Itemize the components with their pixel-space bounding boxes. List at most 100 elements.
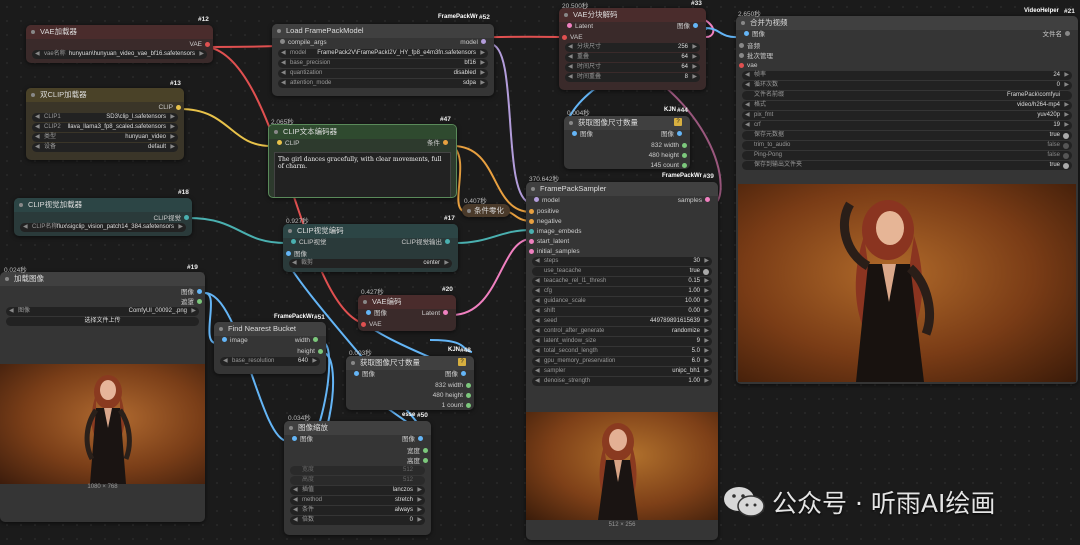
filename-prefix-widget[interactable]: 文件名前缀 FramePack\comfyui — [742, 91, 1072, 100]
device-widget[interactable]: ◀ 设备 default ▶ — [32, 143, 178, 152]
count-output[interactable]: 145 count — [564, 160, 690, 169]
conditioning-zero-node[interactable]: 条件零化 — [462, 204, 510, 217]
help-icon[interactable]: ? — [674, 118, 682, 126]
method-widget[interactable]: ◀ method stretch ▶ — [290, 496, 425, 505]
clip1-widget[interactable]: ◀ CLIP1 SD3\clip_l.safetensors ▶ — [32, 113, 178, 122]
control-after-generate-widget[interactable]: ◀ control_after_generate randomize ▶ — [532, 327, 712, 336]
image-output[interactable]: 图像 — [677, 22, 701, 32]
image-input[interactable]: 图像 — [283, 248, 458, 258]
save-output-toggle[interactable]: 保存到输出文件夹 true — [742, 161, 1072, 170]
temporal-overlap-widget[interactable]: ◀ 时间重叠 8 ▶ — [565, 73, 700, 82]
image-select-widget[interactable]: ◀ 图像 ComfyUI_00092_.png ▶ — [6, 307, 199, 316]
load-framepack-model-node[interactable]: Load FramePackModel compile_args model ◀… — [272, 24, 494, 96]
get-image-size-node-1[interactable]: 获取图像尺寸数量 ? 图像 图像 832 width 480 height 14… — [564, 116, 690, 169]
interpolation-widget[interactable]: ◀ 插值 lanczos ▶ — [290, 486, 425, 495]
loop-count-widget[interactable]: ◀ 循环次数 0 ▶ — [742, 81, 1072, 90]
framepack-sampler-node[interactable]: FramePackSampler model samples positive … — [526, 182, 718, 540]
compile-args-input[interactable]: compile_args — [277, 38, 327, 48]
temporal-size-widget[interactable]: ◀ 时间尺寸 64 ▶ — [565, 63, 700, 72]
audio-input[interactable]: 音频 — [736, 40, 1078, 50]
model-widget[interactable]: ◀ model FramePack2V\FramePackI2V_HY_fp8_e4… — [278, 49, 488, 58]
condition-widget[interactable]: ◀ 条件 always ▶ — [290, 506, 425, 515]
pix-fmt-widget[interactable]: ◀ pix_fmt yuv420p ▶ — [742, 111, 1072, 120]
clip-output-slot[interactable]: CLIP — [26, 102, 184, 112]
ping-pong-toggle[interactable]: Ping-Pong false — [742, 151, 1072, 160]
video-combine-node[interactable]: 合并为视频 图像 文件名 音频 批次管理 vae ◀ 帧率 24 ▶ ◀ 循环次数 0 ▶ … — [736, 16, 1078, 384]
positive-input[interactable]: positive — [526, 206, 718, 216]
batch-manager-input[interactable]: 批次管理 — [736, 50, 1078, 60]
clip-vision-output-slot[interactable]: CLIP视觉输出 — [402, 238, 453, 248]
conditioning-output[interactable]: 条件 — [427, 139, 451, 149]
width-output[interactable]: 832 width — [564, 140, 690, 150]
guidance-scale-widget[interactable]: ◀ guidance_scale 10.00 ▶ — [532, 297, 712, 306]
start-latent-input[interactable]: start_latent — [526, 236, 718, 246]
samples-output[interactable]: samples — [678, 196, 713, 206]
type-widget[interactable]: ◀ 类型 hunyuan_video ▶ — [32, 133, 178, 142]
help-icon[interactable]: ? — [458, 358, 466, 366]
model-input[interactable]: model — [531, 196, 560, 206]
width-widget[interactable]: 宽度 512 — [290, 466, 425, 475]
count-output[interactable]: 1 count — [346, 400, 474, 410]
load-image-node[interactable]: 加载图像 图像 遮罩 ◀ 图像 ComfyUI_00092_.png ▶ 选择文件上传… — [0, 272, 205, 522]
clip-input[interactable]: CLIP — [274, 139, 299, 149]
image-embeds-input[interactable]: image_embeds — [526, 226, 718, 236]
image-scale-node[interactable]: 图像缩放 图像 图像 宽度 高度 宽度 512 高度 512 ◀ 插值 lanczos ▶… — [284, 421, 431, 535]
height-output[interactable]: 480 height — [346, 390, 474, 400]
latent-output[interactable]: Latent — [422, 309, 451, 319]
video-preview[interactable] — [738, 184, 1076, 382]
latent-window-size-widget[interactable]: ◀ latent_window_size 9 ▶ — [532, 337, 712, 346]
image-input[interactable]: 图像 — [363, 309, 387, 319]
images-input[interactable]: 图像 — [741, 30, 765, 40]
vae-name-widget[interactable]: ◀ vae名称 hunyuan\hunyuan_video_vae_bf16.saf… — [32, 50, 207, 59]
width-output[interactable]: width — [295, 336, 321, 346]
clip-vision-loader-node[interactable]: CLIP视觉加载器 CLIP视觉 ◀ CLIP名称 flux\sigclip_vis… — [14, 198, 192, 236]
latent-input[interactable]: Latent — [564, 22, 593, 32]
save-metadata-toggle[interactable]: 保存元数据 true — [742, 131, 1072, 140]
clip-text-encode-node[interactable]: CLIP文本编码器 CLIP 条件 The girl dances gracef… — [268, 124, 457, 198]
format-widget[interactable]: ◀ 格式 video/h264-mp4 ▶ — [742, 101, 1072, 110]
crf-widget[interactable]: ◀ crf 19 ▶ — [742, 121, 1072, 130]
image-input[interactable]: 图像 — [569, 130, 593, 140]
overlap-widget[interactable]: ◀ 重叠 64 ▶ — [565, 53, 700, 62]
width-output[interactable]: 宽度 — [284, 445, 431, 455]
cfg-widget[interactable]: ◀ cfg 1.00 ▶ — [532, 287, 712, 296]
seed-widget[interactable]: ◀ seed 449789891615639 ▶ — [532, 317, 712, 326]
height-output[interactable]: height — [214, 346, 326, 356]
image-output[interactable]: 图像 — [661, 130, 685, 140]
multiple-widget[interactable]: ◀ 倍数 0 ▶ — [290, 516, 425, 525]
negative-input[interactable]: negative — [526, 216, 718, 226]
filenames-output[interactable]: 文件名 — [1043, 30, 1074, 40]
upload-button[interactable]: 选择文件上传 — [6, 317, 199, 326]
vae-loader-node[interactable]: VAE加载器 VAE ◀ vae名称 hunyuan\hunyuan_video_v… — [26, 25, 213, 63]
total-second-length-widget[interactable]: ◀ total_second_length 5.0 ▶ — [532, 347, 712, 356]
clip-vision-output[interactable]: CLIP视觉 — [14, 212, 192, 222]
vae-encode-node[interactable]: VAE编码 图像 Latent VAE — [358, 295, 456, 331]
image-output[interactable]: 图像 — [402, 435, 426, 445]
find-nearest-bucket-node[interactable]: Find Nearest Bucket image width height ◀… — [214, 322, 326, 374]
vae-input[interactable]: vae — [736, 60, 1078, 70]
vae-input[interactable]: VAE — [559, 32, 706, 42]
image-output[interactable]: 图像 — [0, 286, 205, 296]
model-output[interactable]: model — [460, 38, 489, 48]
base-precision-widget[interactable]: ◀ base_precision bf16 ▶ — [278, 59, 488, 68]
base-resolution-widget[interactable]: ◀ base_resolution 640 ▶ — [220, 357, 320, 366]
clip-vision-input[interactable]: CLIP视觉 — [288, 238, 326, 248]
width-output[interactable]: 832 width — [346, 380, 474, 390]
prompt-textarea[interactable]: The girl dances gracefully, with clear m… — [274, 152, 451, 197]
height-output[interactable]: 高度 — [284, 455, 431, 465]
denoise-strength-widget[interactable]: ◀ denoise_strength 1.00 ▶ — [532, 377, 712, 386]
vae-tiled-decode-node[interactable]: VAE分块解码 Latent 图像 VAE ◀ 分块尺寸 256 ▶ ◀ 重叠 64 ▶ ◀… — [559, 8, 706, 90]
use-teacache-toggle[interactable]: use_teacache true — [532, 267, 712, 276]
image-output[interactable]: 图像 — [445, 370, 469, 380]
image-input[interactable]: 图像 — [351, 370, 375, 380]
mask-output[interactable]: 遮罩 — [0, 296, 205, 306]
vae-output-slot[interactable]: VAE — [26, 39, 213, 49]
frame-rate-widget[interactable]: ◀ 帧率 24 ▶ — [742, 71, 1072, 80]
shift-widget[interactable]: ◀ shift 0.00 ▶ — [532, 307, 712, 316]
trim-to-audio-toggle[interactable]: trim_to_audio false — [742, 141, 1072, 150]
tile-size-widget[interactable]: ◀ 分块尺寸 256 ▶ — [565, 43, 700, 52]
vae-input[interactable]: VAE — [358, 319, 456, 329]
clip2-widget[interactable]: ◀ CLIP2 llava_llama3_fp8_scaled.safetensor… — [32, 123, 178, 132]
quantization-widget[interactable]: ◀ quantization disabled ▶ — [278, 69, 488, 78]
sampler-widget[interactable]: ◀ sampler unipc_bh1 ▶ — [532, 367, 712, 376]
